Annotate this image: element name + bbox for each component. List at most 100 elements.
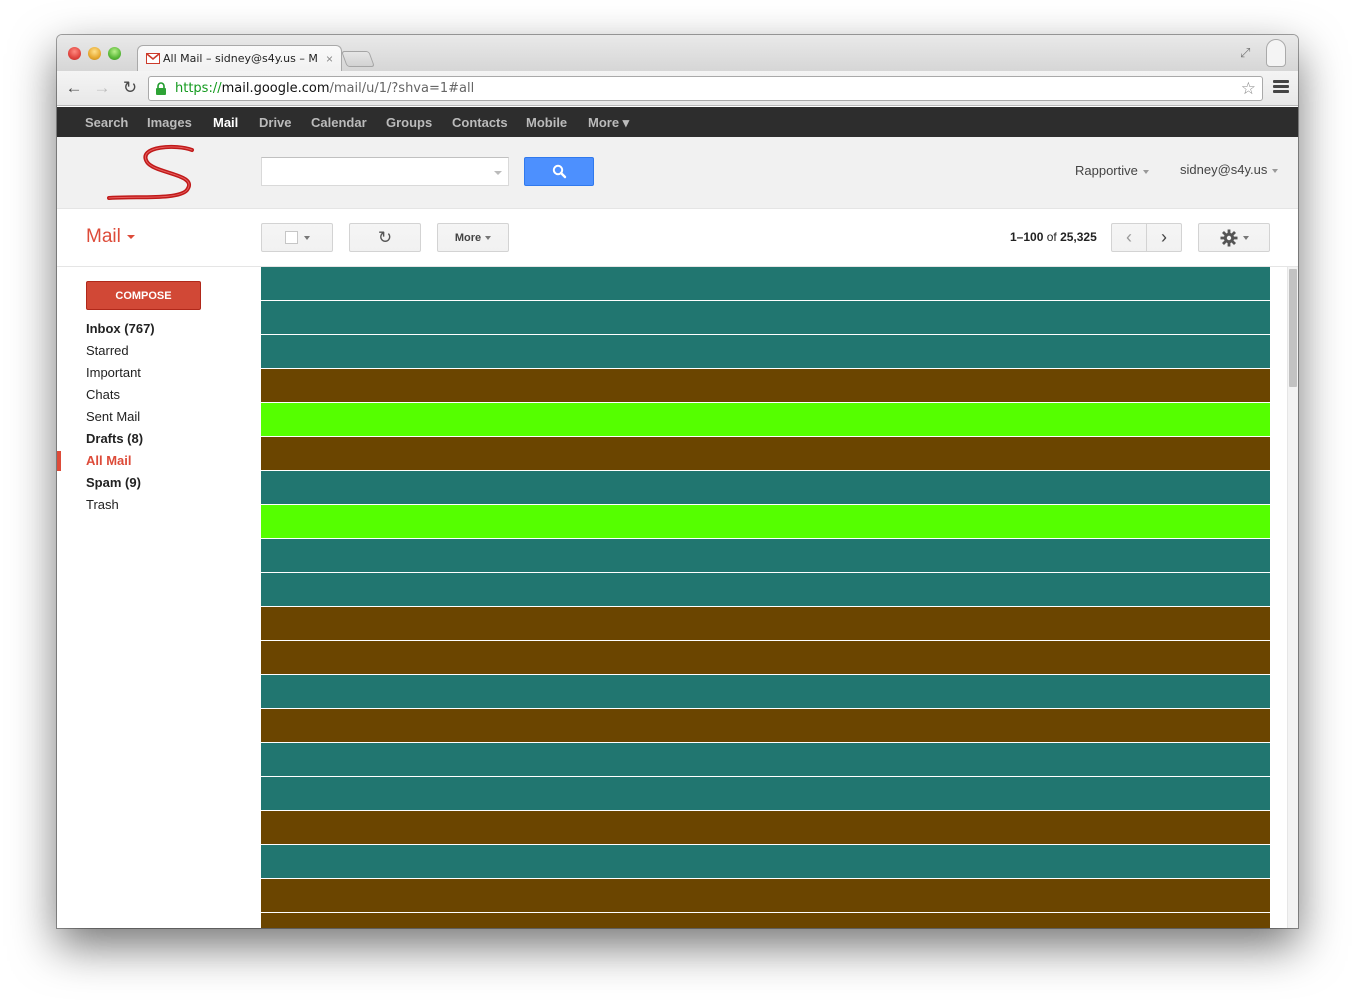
sidebar-item-inbox[interactable]: Inbox (767) <box>57 319 257 341</box>
gbar-item-more[interactable]: More ▾ <box>588 115 629 131</box>
older-page-button[interactable]: ‹ <box>1111 223 1147 252</box>
table-row[interactable] <box>261 301 1270 334</box>
new-tab-button[interactable] <box>341 51 375 67</box>
table-row[interactable] <box>261 471 1270 504</box>
bookmark-star-icon[interactable]: ☆ <box>1241 79 1256 99</box>
chevron-down-icon <box>1272 168 1279 173</box>
gbar-item-images[interactable]: Images <box>147 115 192 130</box>
chrome-menu-icon[interactable] <box>1273 80 1289 95</box>
url-scheme: https:// <box>175 81 222 96</box>
gbar-item-calendar[interactable]: Calendar <box>311 115 367 130</box>
table-row[interactable] <box>261 267 1270 300</box>
mail-app-switcher[interactable]: Mail <box>86 226 135 248</box>
sidebar-item-all-mail[interactable]: All Mail <box>57 451 257 473</box>
refresh-button[interactable]: ↻ <box>349 223 421 252</box>
table-row[interactable] <box>261 879 1270 912</box>
profile-icon[interactable] <box>1266 39 1286 67</box>
message-list <box>261 267 1270 928</box>
newer-page-button[interactable]: › <box>1146 223 1182 252</box>
zoom-window-button[interactable] <box>108 47 121 60</box>
mail-label: Mail <box>86 226 121 247</box>
search-icon <box>552 164 567 179</box>
forward-arrow-icon[interactable]: → <box>92 78 112 98</box>
gear-icon <box>1220 229 1237 246</box>
table-row[interactable] <box>261 573 1270 606</box>
address-bar[interactable]: https://mail.google.com/mail/u/1/?shva=1… <box>148 76 1263 101</box>
url-path: /mail/u/1/?shva=1#all <box>329 81 475 96</box>
minimize-window-button[interactable] <box>88 47 101 60</box>
table-row[interactable] <box>261 709 1270 742</box>
pager-total: 25,325 <box>1060 230 1097 244</box>
account-label: sidney@s4y.us <box>1180 162 1268 177</box>
search-button[interactable] <box>524 157 594 186</box>
custom-logo[interactable] <box>107 144 197 202</box>
table-row[interactable] <box>261 369 1270 402</box>
settings-button[interactable] <box>1198 223 1270 252</box>
more-actions-button[interactable]: More <box>437 223 509 252</box>
fullscreen-icon[interactable]: ⤢ <box>1240 45 1254 60</box>
select-all-button[interactable] <box>261 223 333 252</box>
folder-list: Inbox (767) Starred Important Chats Sent… <box>57 319 257 517</box>
table-row[interactable] <box>261 505 1270 538</box>
sidebar-item-drafts[interactable]: Drafts (8) <box>57 429 257 451</box>
pagination-text: 1–100 of 25,325 <box>1010 230 1097 244</box>
table-row[interactable] <box>261 437 1270 470</box>
scrollbar-thumb[interactable] <box>1289 269 1297 387</box>
chevron-down-icon <box>303 235 310 240</box>
rapportive-label: Rapportive <box>1075 163 1138 178</box>
sidebar-item-starred[interactable]: Starred <box>57 341 257 363</box>
google-bar: Search Images Mail Drive Calendar Groups… <box>57 107 1298 137</box>
tab-close-icon[interactable]: × <box>326 52 333 66</box>
sidebar-item-chats[interactable]: Chats <box>57 385 257 407</box>
url-host: mail.google.com <box>221 81 330 96</box>
google-header: Rapportive sidney@s4y.us <box>57 137 1298 209</box>
lock-icon <box>156 81 166 95</box>
table-row[interactable] <box>261 845 1270 878</box>
table-row[interactable] <box>261 607 1270 640</box>
tab-strip: All Mail – sidney@s4y.us – M × ⤢ <box>57 35 1298 71</box>
rapportive-menu[interactable]: Rapportive <box>1075 163 1149 178</box>
table-row[interactable] <box>261 641 1270 674</box>
chevron-down-icon <box>1142 169 1149 174</box>
chevron-down-icon <box>485 235 492 240</box>
browser-window: All Mail – sidney@s4y.us – M × ⤢ ← → ↻ h… <box>57 35 1298 928</box>
chevron-down-icon <box>126 234 135 239</box>
message-list-scrollbar[interactable] <box>1287 267 1298 928</box>
sidebar-item-trash[interactable]: Trash <box>57 495 257 517</box>
tab-gmail[interactable]: All Mail – sidney@s4y.us – M × <box>137 45 342 71</box>
gbar-item-drive[interactable]: Drive <box>259 115 292 130</box>
table-row[interactable] <box>261 811 1270 844</box>
gbar-item-mail[interactable]: Mail <box>213 115 238 130</box>
table-row[interactable] <box>261 777 1270 810</box>
pager-range: 1–100 <box>1010 230 1044 244</box>
close-window-button[interactable] <box>68 47 81 60</box>
table-row[interactable] <box>261 913 1270 928</box>
back-arrow-icon[interactable]: ← <box>64 78 84 98</box>
mail-action-bar: Mail ↻ More 1–100 of 25,325 ‹ › <box>57 209 1298 267</box>
table-row[interactable] <box>261 539 1270 572</box>
table-row[interactable] <box>261 335 1270 368</box>
chevron-down-icon <box>1242 235 1249 240</box>
tab-title: All Mail – sidney@s4y.us – M <box>163 52 318 65</box>
gbar-item-contacts[interactable]: Contacts <box>452 115 508 130</box>
chevron-left-icon: ‹ <box>1126 227 1132 247</box>
chevron-right-icon: › <box>1161 227 1167 247</box>
table-row[interactable] <box>261 743 1270 776</box>
more-actions-label: More <box>454 231 482 244</box>
gbar-item-search[interactable]: Search <box>85 115 128 130</box>
select-checkbox[interactable] <box>284 231 298 244</box>
search-options-caret-icon[interactable] <box>494 171 502 175</box>
account-menu[interactable]: sidney@s4y.us <box>1180 162 1279 177</box>
sidebar-item-sent-mail[interactable]: Sent Mail <box>57 407 257 429</box>
reload-icon[interactable]: ↻ <box>120 78 140 98</box>
gbar-item-groups[interactable]: Groups <box>386 115 432 130</box>
table-row[interactable] <box>261 675 1270 708</box>
gmail-favicon-icon <box>146 53 160 64</box>
sidebar-item-spam[interactable]: Spam (9) <box>57 473 257 495</box>
compose-button[interactable]: COMPOSE <box>86 281 201 310</box>
table-row[interactable] <box>261 403 1270 436</box>
search-input[interactable] <box>261 157 509 186</box>
sidebar-item-important[interactable]: Important <box>57 363 257 385</box>
browser-toolbar: ← → ↻ https://mail.google.com/mail/u/1/?… <box>57 71 1298 106</box>
gbar-item-mobile[interactable]: Mobile <box>526 115 567 130</box>
